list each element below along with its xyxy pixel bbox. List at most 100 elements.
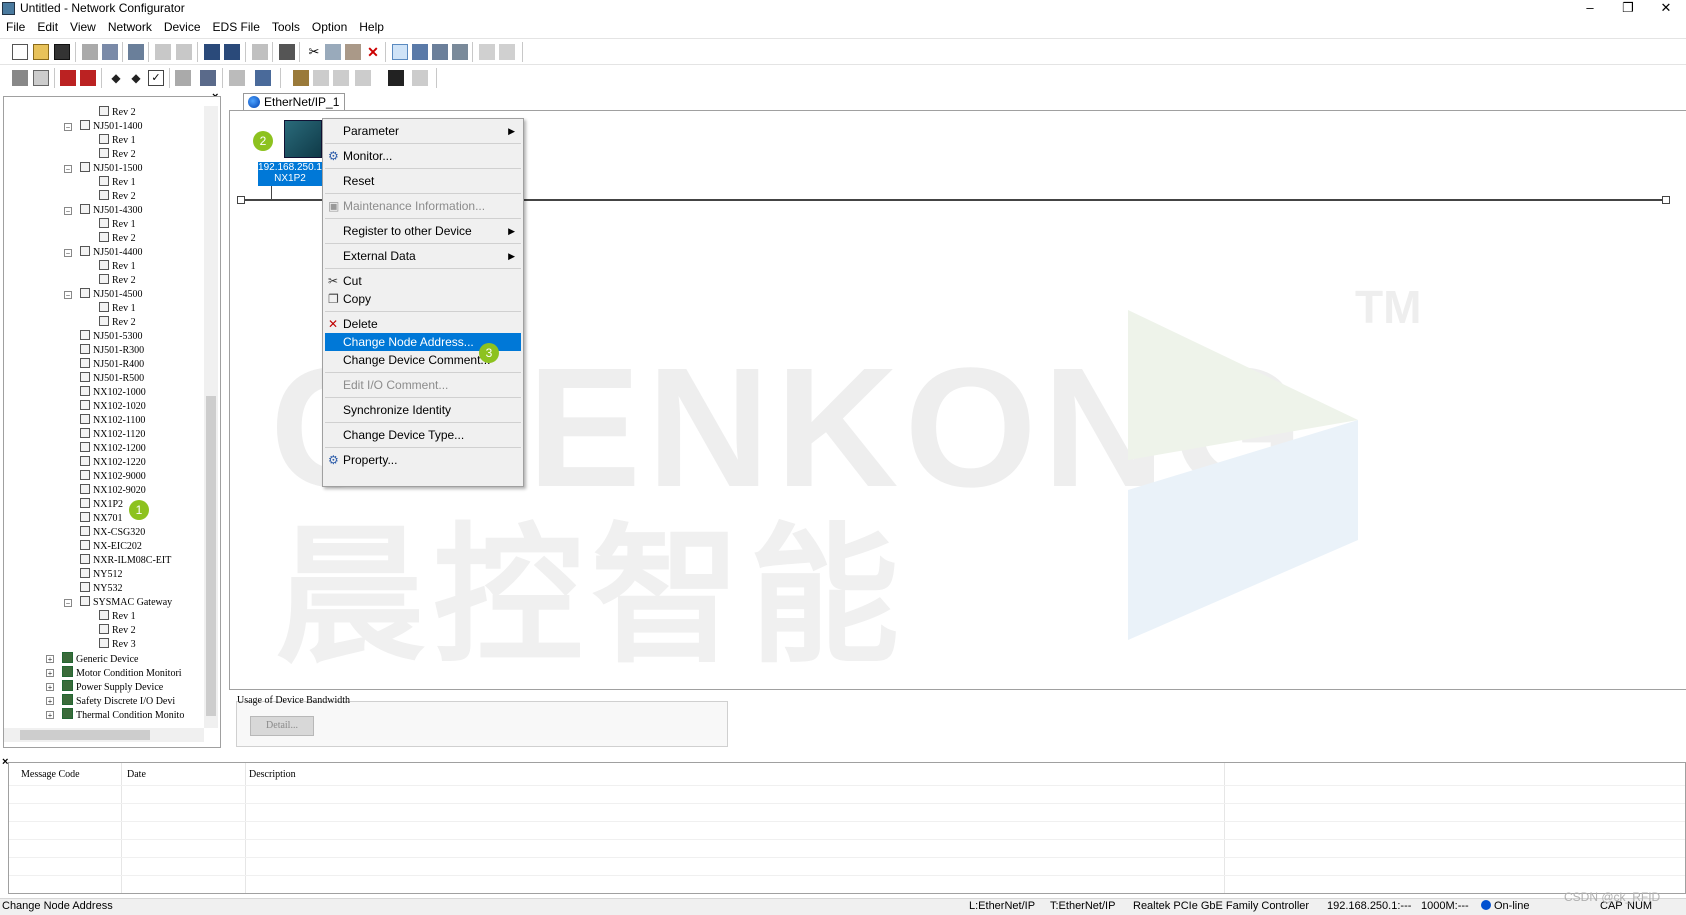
expand-icon[interactable]: +	[46, 711, 54, 720]
report-icon[interactable]	[412, 70, 428, 86]
parameter-icon[interactable]	[33, 70, 49, 86]
change-mode-icon[interactable]	[252, 44, 268, 60]
detail-button[interactable]: Detail...	[250, 716, 314, 736]
monitor-tb-icon[interactable]	[175, 70, 191, 86]
device-label[interactable]: 192.168.250.1 NX1P2	[258, 162, 322, 186]
cut-icon[interactable]: ✂	[306, 44, 322, 60]
tree-item-revision[interactable]: Rev 1	[99, 610, 136, 624]
menu-device[interactable]: Device	[158, 18, 207, 37]
tree-item-device[interactable]: NXR-ILM08C-EIT	[80, 554, 171, 568]
tree-item-revision[interactable]: Rev 3	[99, 638, 136, 652]
menu-eds-file[interactable]: EDS File	[207, 18, 266, 37]
menu-item-copy[interactable]: ❐ Copy	[325, 290, 521, 308]
menu-item-cut[interactable]: ✂ Cut	[325, 272, 521, 290]
expand-icon[interactable]: +	[46, 697, 54, 706]
tree-item-revision[interactable]: Rev 2	[99, 190, 136, 204]
tree-item-revision[interactable]: Rev 1	[99, 218, 136, 232]
save-icon[interactable]	[54, 44, 70, 60]
tree-item-device[interactable]: − SYSMAC Gateway	[64, 596, 172, 610]
tree-item-device[interactable]: NJ501-R500	[80, 372, 144, 386]
tree-item-revision[interactable]: Rev 1	[99, 176, 136, 190]
paste-icon[interactable]	[345, 44, 361, 60]
menu-tools[interactable]: Tools	[266, 18, 306, 37]
copy-icon[interactable]	[325, 44, 341, 60]
menu-item-synchronize-identity[interactable]: Synchronize Identity	[325, 401, 521, 419]
tree-item-revision[interactable]: Rev 2	[99, 232, 136, 246]
menu-file[interactable]: File	[0, 18, 31, 37]
menu-edit[interactable]: Edit	[31, 18, 64, 37]
unregister-icon[interactable]	[313, 70, 329, 86]
collapse-icon[interactable]: −	[64, 291, 72, 300]
menu-view[interactable]: View	[64, 18, 102, 37]
tree-item-device[interactable]: NJ501-R400	[80, 358, 144, 372]
tree-item-device[interactable]: NY532	[80, 582, 122, 596]
reset-icon[interactable]	[200, 70, 216, 86]
tree-item-category[interactable]: + Safety Discrete I/O Devi	[46, 694, 175, 708]
zoom-out-icon[interactable]	[499, 44, 515, 60]
scroll-thumb[interactable]	[206, 396, 216, 716]
view-large-icon[interactable]	[392, 44, 408, 60]
print-icon[interactable]	[279, 44, 295, 60]
print-setup-icon[interactable]	[102, 44, 118, 60]
zoom-in-icon[interactable]	[479, 44, 495, 60]
expand-icon[interactable]: +	[46, 669, 54, 678]
property-tb-icon[interactable]	[255, 70, 271, 86]
tree-item-device[interactable]: NX1P2	[80, 498, 123, 512]
menu-item-reset[interactable]: Reset	[325, 172, 521, 190]
collapse-icon[interactable]: −	[64, 599, 72, 608]
device-nx1p2-icon[interactable]	[284, 120, 322, 158]
menu-item-property[interactable]: ⚙ Property...	[325, 451, 521, 469]
collapse-icon[interactable]: −	[64, 123, 72, 132]
close-button[interactable]: ✕	[1648, 0, 1684, 18]
online-icon[interactable]	[60, 70, 76, 86]
menu-item-monitor[interactable]: ⚙ Monitor...	[325, 147, 521, 165]
tree-item-revision[interactable]: Rev 2	[99, 316, 136, 330]
tree-item-category[interactable]: + Motor Condition Monitori	[46, 666, 182, 680]
view-grid-icon[interactable]	[432, 44, 448, 60]
menu-item-delete[interactable]: ✕ Delete	[325, 315, 521, 333]
message-pane[interactable]: Message Code Date Description	[8, 762, 1686, 894]
tree-item-device[interactable]: NX701	[80, 512, 122, 526]
tab-ethernet-ip-1[interactable]: EtherNet/IP_1	[243, 93, 345, 111]
menu-item-register-to-other-device[interactable]: Register to other Device ▶	[325, 222, 521, 240]
maintenance-tb-icon[interactable]	[229, 70, 245, 86]
tree-item-device[interactable]: − NJ501-1500	[64, 162, 142, 176]
tree-item-device[interactable]: − NJ501-4500	[64, 288, 142, 302]
tree-item-device[interactable]: NY512	[80, 568, 122, 582]
new-file-icon[interactable]	[12, 44, 28, 60]
find-binoculars-icon[interactable]	[388, 70, 404, 86]
tree-item-revision[interactable]: Rev 2	[99, 106, 136, 120]
verify-icon[interactable]	[176, 44, 192, 60]
expand-icon[interactable]: +	[46, 683, 54, 692]
maximize-button[interactable]: ❐	[1610, 0, 1646, 18]
expand-icon[interactable]: +	[46, 655, 54, 664]
tree-item-category[interactable]: + Generic Device	[46, 652, 138, 666]
scroll-thumb[interactable]	[20, 730, 150, 740]
edit-io-icon[interactable]	[333, 70, 349, 86]
device-catalog-tree[interactable]: Rev 2 − NJ501-1400 Rev 1 Rev 2 − NJ501-1500 Rev…	[3, 96, 221, 748]
tree-item-revision[interactable]: Rev 2	[99, 274, 136, 288]
connect-icon[interactable]	[204, 44, 220, 60]
tree-item-category[interactable]: + Power Supply Device	[46, 680, 163, 694]
tree-item-device[interactable]: NX-CSG320	[80, 526, 145, 540]
disconnect-icon[interactable]	[224, 44, 240, 60]
tree-item-device[interactable]: − NJ501-4300	[64, 204, 142, 218]
print-preview-icon[interactable]	[82, 44, 98, 60]
tree-horizontal-scrollbar[interactable]	[4, 728, 204, 742]
tree-item-revision[interactable]: Rev 1	[99, 302, 136, 316]
menu-network[interactable]: Network	[102, 18, 158, 37]
offline-icon[interactable]	[80, 70, 96, 86]
collapse-icon[interactable]: −	[64, 165, 72, 174]
menu-item-external-data[interactable]: External Data ▶	[325, 247, 521, 265]
download-arrow-icon[interactable]: ◆	[128, 70, 144, 86]
compare-icon[interactable]	[155, 44, 171, 60]
collapse-icon[interactable]: −	[64, 249, 72, 258]
view-list-icon[interactable]	[452, 44, 468, 60]
tree-item-device[interactable]: NJ501-R300	[80, 344, 144, 358]
open-folder-icon[interactable]	[33, 44, 49, 60]
column-description[interactable]: Description	[249, 769, 296, 780]
column-message-code[interactable]: Message Code	[21, 769, 80, 780]
check-icon[interactable]: ✓	[148, 70, 164, 86]
tree-item-device[interactable]: − NJ501-1400	[64, 120, 142, 134]
tree-item-device[interactable]: NX102-1000	[80, 386, 146, 400]
